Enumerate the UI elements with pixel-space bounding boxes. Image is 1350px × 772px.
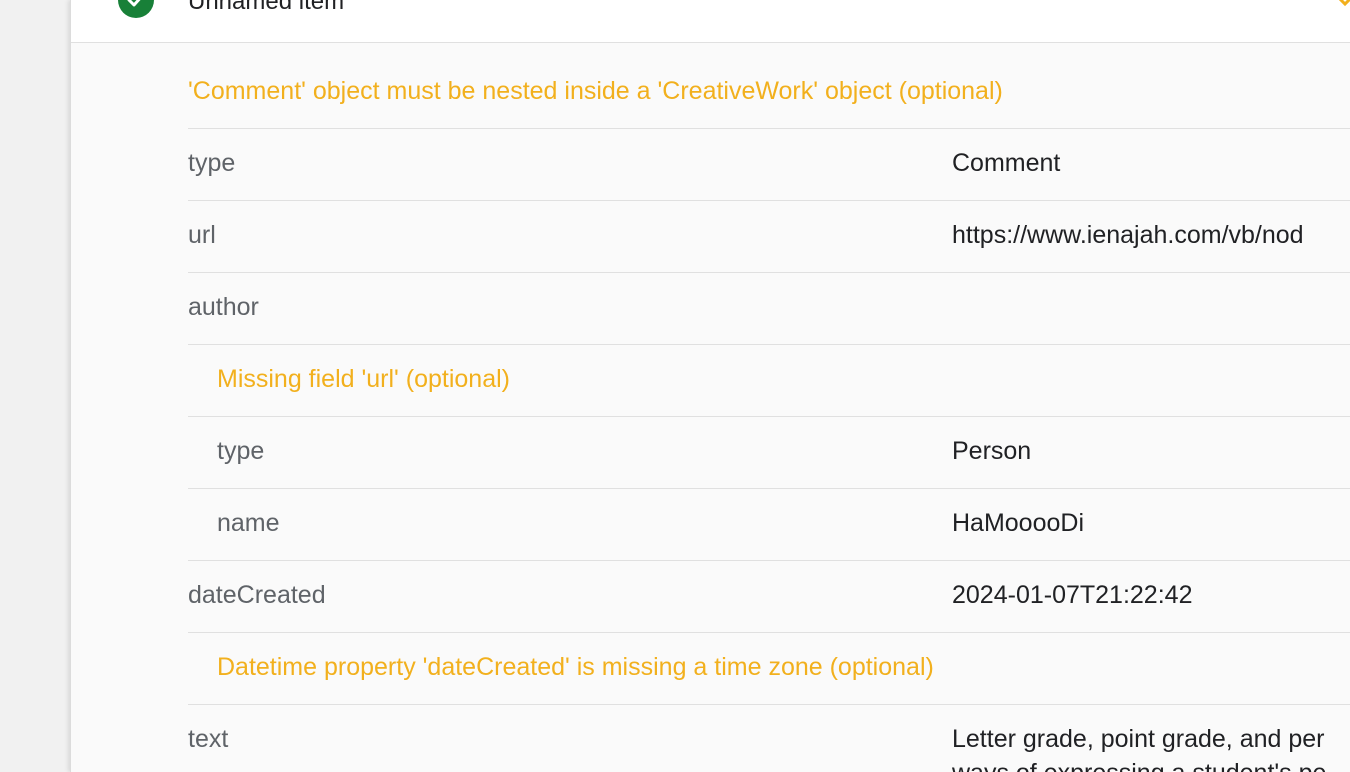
chevron-icon[interactable] [1333, 0, 1350, 12]
property-value: HaMooooDi [952, 509, 1085, 537]
property-row: name HaMooooDi [188, 489, 1350, 561]
property-value: Person [952, 437, 1032, 465]
property-name: type [188, 149, 236, 177]
property-value-continued: ways of expressing a student's pe [952, 759, 1326, 772]
property-value: 2024-01-07T21:22:42 [952, 581, 1193, 609]
property-name: name [217, 509, 280, 537]
property-row: type Person [188, 417, 1350, 489]
property-row: author [188, 273, 1350, 345]
property-name: author [188, 293, 259, 321]
property-name: dateCreated [188, 581, 326, 609]
property-value: Letter grade, point grade, and per [952, 725, 1325, 753]
property-row: url https://www.ienajah.com/vb/nod [188, 201, 1350, 273]
property-table: 'Comment' object must be nested inside a… [188, 57, 1350, 772]
property-name: type [217, 437, 265, 465]
item-title: Unnamed item [188, 0, 345, 15]
property-value-link[interactable]: https://www.ienajah.com/vb/nod [952, 221, 1304, 250]
warning-row: Missing field 'url' (optional) [188, 345, 1350, 417]
left-gutter [0, 0, 70, 772]
property-row: type Comment [188, 129, 1350, 201]
warning-row: Datetime property 'dateCreated' is missi… [188, 633, 1350, 705]
property-name: url [188, 221, 216, 249]
warning-message: Datetime property 'dateCreated' is missi… [217, 653, 934, 681]
item-header[interactable]: Unnamed item [71, 0, 1350, 43]
property-row: text Letter grade, point grade, and per … [188, 705, 1350, 772]
warning-message: Missing field 'url' (optional) [217, 365, 510, 393]
warning-message: 'Comment' object must be nested inside a… [188, 77, 1003, 105]
warning-row: 'Comment' object must be nested inside a… [188, 57, 1350, 129]
check-circle-icon [118, 0, 154, 18]
property-value: Comment [952, 149, 1061, 177]
structured-data-panel: Unnamed item 'Comment' object must be ne… [70, 0, 1350, 772]
property-row: dateCreated 2024-01-07T21:22:42 [188, 561, 1350, 633]
property-name: text [188, 725, 229, 753]
